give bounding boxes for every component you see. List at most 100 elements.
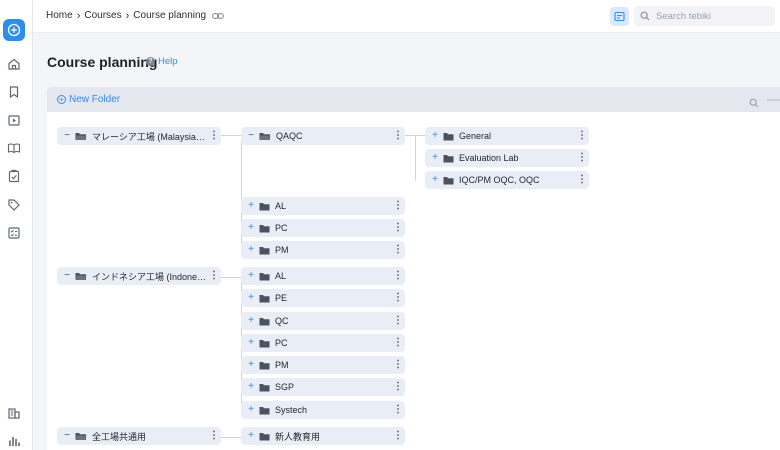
expand-icon[interactable]: +: [429, 153, 441, 163]
new-folder-label: New Folder: [69, 94, 121, 105]
expand-icon[interactable]: +: [245, 245, 257, 255]
tree-folder-malaysia[interactable]: − マレーシア工場 (Malaysia Pla… ⋮: [57, 127, 221, 145]
search-input[interactable]: [656, 10, 766, 22]
collapse-icon[interactable]: −: [61, 131, 73, 141]
help-link[interactable]: ? Help: [146, 56, 178, 67]
tree-folder-indonesia[interactable]: − インドネシア工場 (Indonesia … ⋮: [57, 267, 221, 285]
more-vertical-icon[interactable]: ⋮: [391, 245, 405, 255]
more-vertical-icon[interactable]: ⋮: [391, 405, 405, 415]
tree-folder-pm[interactable]: + PM ⋮: [241, 241, 405, 259]
collapse-icon[interactable]: −: [61, 431, 73, 441]
folder-label: PM: [275, 245, 289, 255]
new-folder-button[interactable]: + New Folder: [57, 94, 120, 105]
more-vertical-icon[interactable]: ⋮: [391, 360, 405, 370]
folder-label: AL: [275, 201, 287, 211]
search-icon: [749, 98, 759, 108]
folder-icon: [259, 432, 270, 441]
folder-icon: [259, 361, 270, 370]
more-vertical-icon[interactable]: ⋮: [391, 316, 405, 326]
folder-label: PM: [275, 360, 289, 370]
bar-chart-icon: [9, 437, 20, 446]
expand-icon[interactable]: +: [429, 175, 441, 185]
tree-toolbar: + New Folder: [47, 87, 780, 112]
tree-folder-qc[interactable]: + QC ⋮: [241, 312, 405, 330]
sidebar-item-bookmarks[interactable]: [6, 84, 22, 100]
more-vertical-icon[interactable]: ⋮: [391, 293, 405, 303]
more-vertical-icon[interactable]: ⋮: [391, 223, 405, 233]
expand-icon[interactable]: +: [245, 360, 257, 370]
checklist-icon: [8, 227, 20, 239]
sidebar-item-tasks[interactable]: [6, 168, 22, 184]
more-vertical-icon[interactable]: ⋮: [207, 271, 221, 281]
sidebar-item-videos[interactable]: [6, 112, 22, 128]
global-search[interactable]: [634, 6, 775, 26]
expand-icon[interactable]: +: [245, 405, 257, 415]
more-vertical-icon[interactable]: ⋮: [207, 431, 221, 441]
more-vertical-icon[interactable]: ⋮: [575, 175, 589, 185]
more-vertical-icon[interactable]: ⋮: [391, 201, 405, 211]
folder-label: Systech: [275, 405, 308, 415]
folder-label: 新人教育用: [275, 431, 321, 442]
more-vertical-icon[interactable]: ⋮: [575, 131, 589, 141]
collapse-icon[interactable]: −: [245, 131, 257, 141]
tag-icon: [8, 199, 20, 211]
folder-label: 全工場共通用: [92, 431, 147, 442]
folder-open-icon: [75, 272, 87, 281]
expand-icon[interactable]: +: [245, 223, 257, 233]
tree-folder-pm[interactable]: + PM ⋮: [241, 356, 405, 374]
tree-folder-pe[interactable]: + PE ⋮: [241, 289, 405, 307]
breadcrumb-courses[interactable]: Courses: [84, 10, 121, 21]
create-button[interactable]: [3, 19, 25, 41]
sidebar-item-manuals[interactable]: [6, 140, 22, 156]
tree-folder-new-hire[interactable]: + 新人教育用 ⋮: [241, 427, 405, 445]
book-icon: [7, 143, 21, 154]
more-vertical-icon[interactable]: ⋮: [391, 338, 405, 348]
more-vertical-icon[interactable]: ⋮: [575, 153, 589, 163]
scroll-handle[interactable]: [767, 99, 780, 101]
expand-icon[interactable]: +: [245, 382, 257, 392]
expand-icon[interactable]: +: [245, 293, 257, 303]
sidebar-item-home[interactable]: [6, 56, 22, 72]
tree-folder-al[interactable]: + AL ⋮: [241, 197, 405, 215]
tree-folder-systech[interactable]: + Systech ⋮: [241, 401, 405, 419]
breadcrumb-home[interactable]: Home: [46, 10, 73, 21]
expand-icon[interactable]: +: [245, 316, 257, 326]
more-vertical-icon[interactable]: ⋮: [391, 271, 405, 281]
sidebar-item-organization[interactable]: [6, 405, 22, 421]
sidebar-item-checklists[interactable]: [6, 225, 22, 241]
collapse-icon[interactable]: −: [61, 271, 73, 281]
expand-icon[interactable]: +: [245, 271, 257, 281]
sidebar-item-tags[interactable]: [6, 197, 22, 213]
layout-toggle-button[interactable]: [610, 7, 629, 26]
video-icon: [8, 115, 20, 126]
expand-icon[interactable]: +: [429, 131, 441, 141]
tree-folder-sgp[interactable]: + SGP ⋮: [241, 378, 405, 396]
expand-icon[interactable]: +: [245, 201, 257, 211]
sidebar-item-analytics[interactable]: [6, 433, 22, 449]
folder-label: PC: [275, 338, 288, 348]
expand-icon[interactable]: +: [245, 338, 257, 348]
tree-connector: [221, 135, 241, 136]
plus-circle-icon: +: [57, 95, 66, 104]
tree-folder-all-factories[interactable]: − 全工場共通用 ⋮: [57, 427, 221, 445]
more-vertical-icon[interactable]: ⋮: [207, 131, 221, 141]
more-vertical-icon[interactable]: ⋮: [391, 431, 405, 441]
expand-icon[interactable]: +: [245, 431, 257, 441]
tree-folder-general[interactable]: + General ⋮: [425, 127, 589, 145]
tree-folder-evaluation-lab[interactable]: + Evaluation Lab ⋮: [425, 149, 589, 167]
tree-connector: [221, 437, 241, 438]
folder-label: QC: [275, 316, 289, 326]
tree-folder-al[interactable]: + AL ⋮: [241, 267, 405, 285]
tree-folder-pc[interactable]: + PC ⋮: [241, 334, 405, 352]
tree-folder-qaqc[interactable]: − QAQC ⋮: [241, 127, 405, 145]
tree-folder-iqc[interactable]: + IQC/PM OQC, OQC ⋮: [425, 171, 589, 189]
more-vertical-icon[interactable]: ⋮: [391, 131, 405, 141]
folder-icon: [443, 132, 454, 141]
help-label: Help: [158, 56, 178, 67]
link-icon: [212, 12, 225, 19]
more-vertical-icon[interactable]: ⋮: [391, 382, 405, 392]
tree-folder-pc[interactable]: + PC ⋮: [241, 219, 405, 237]
copy-link-button[interactable]: [212, 12, 225, 20]
bookmark-icon: [9, 86, 19, 99]
tree-search-button[interactable]: [749, 95, 759, 113]
